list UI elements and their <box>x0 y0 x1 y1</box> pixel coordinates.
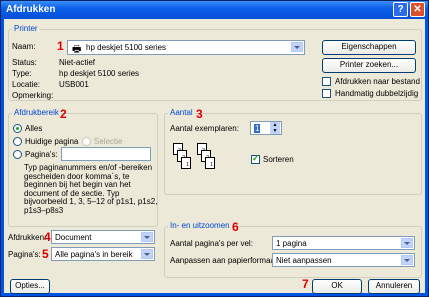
callout-7: 7 <box>302 277 309 291</box>
range-all-label: Alles <box>25 124 43 133</box>
scale-select[interactable]: Niet aanpassen <box>272 253 415 267</box>
range-group-title: Afdrukbereik <box>12 108 61 117</box>
help-button[interactable]: ? <box>393 2 408 17</box>
range-help-text: Typ paginanummers en/of -bereiken gesche… <box>24 163 157 215</box>
printer-name-label: Naam: <box>12 42 36 51</box>
comment-label: Opmerking: <box>12 91 54 100</box>
manual-duplex-checkbox[interactable] <box>322 89 331 98</box>
scale-value: Niet aanpassen <box>276 256 332 265</box>
page-number: 1 <box>186 162 189 168</box>
print-dialog: Afdrukken ? ✕ Printer Naam: 1 🖶 hp deskj… <box>0 0 429 297</box>
collate-checkbox[interactable] <box>251 153 260 164</box>
range-current-radio[interactable] <box>13 137 22 146</box>
range-pages-radio[interactable] <box>13 150 22 159</box>
printer-icon: 🖶 <box>72 44 82 55</box>
callout-4: 4 <box>44 230 51 244</box>
collate-label: Sorteren <box>263 155 294 164</box>
scale-label: Aanpassen aan papierformaat: <box>170 256 280 265</box>
location-label: Locatie: <box>12 80 41 89</box>
zoom-group-title: In- en uitzoomen <box>168 221 232 230</box>
chevron-down-icon <box>401 238 413 248</box>
callout-2: 2 <box>60 107 67 121</box>
pages-input[interactable] <box>61 147 151 161</box>
callout-3: 3 <box>196 107 203 121</box>
range-pages-label: Pagina's: <box>25 150 58 159</box>
printer-group-title: Printer <box>12 24 40 33</box>
range-all-radio[interactable] <box>13 124 22 133</box>
manual-duplex-label: Handmatig dubbelzijdig <box>335 89 419 98</box>
print-to-file-label: Afdrukken naar bestand <box>335 77 420 86</box>
page-number: 1 <box>210 162 213 168</box>
chevron-down-icon <box>141 249 153 259</box>
print-what-value: Document <box>55 233 92 242</box>
spinner-arrows-icon[interactable]: ▲ ▼ <box>270 122 280 134</box>
page-icon: 1 <box>205 157 215 169</box>
copies-group-title: Aantal <box>168 108 195 117</box>
chevron-down-icon <box>291 42 303 52</box>
range-current-label: Huidige pagina <box>25 137 79 146</box>
per-sheet-select[interactable]: 1 pagina <box>272 236 415 250</box>
chevron-down-icon <box>141 232 153 242</box>
printer-name-value: hp deskjet 5100 series <box>86 43 167 52</box>
properties-button[interactable]: Eigenschappen <box>322 40 416 55</box>
chevron-down-icon <box>401 255 413 265</box>
cancel-button[interactable]: Annuleren <box>368 279 420 294</box>
per-sheet-label: Aantal pagina's per vel: <box>170 239 253 248</box>
print-pages-label: Pagina's: <box>8 250 41 259</box>
copies-label: Aantal exemplaren: <box>170 124 239 133</box>
zoom-group <box>164 226 422 278</box>
print-to-file-checkbox[interactable] <box>322 77 331 86</box>
copies-value: 1 <box>254 124 261 133</box>
print-pages-select[interactable]: Alle pagina's in bereik <box>51 247 155 261</box>
copies-spinner[interactable]: 1 ▲ ▼ <box>250 121 282 135</box>
window-title: Afdrukken <box>6 4 56 15</box>
find-printer-button[interactable]: Printer zoeken... <box>322 58 416 73</box>
print-what-label: Afdrukken: <box>8 233 47 242</box>
page-icon: 1 <box>181 157 191 169</box>
print-pages-value: Alle pagina's in bereik <box>55 250 133 259</box>
status-value: Niet-actief <box>59 58 96 67</box>
printer-name-select[interactable]: 🖶 hp deskjet 5100 series <box>67 40 305 55</box>
options-button[interactable]: Opties... <box>10 279 50 294</box>
print-what-select[interactable]: Document <box>51 230 155 244</box>
ok-button[interactable]: OK <box>312 279 362 294</box>
close-button[interactable]: ✕ <box>410 2 425 17</box>
type-value: hp deskjet 5100 series <box>59 69 140 78</box>
status-label: Status: <box>12 58 37 67</box>
type-label: Type: <box>12 69 32 78</box>
dialog-body: Printer Naam: 1 🖶 hp deskjet 5100 series… <box>4 19 425 294</box>
range-selection-radio <box>82 137 91 146</box>
location-value: USB001 <box>59 80 89 89</box>
callout-6: 6 <box>232 220 239 234</box>
per-sheet-value: 1 pagina <box>276 239 307 248</box>
callout-5: 5 <box>42 247 49 261</box>
callout-1: 1 <box>57 39 64 53</box>
title-bar[interactable]: Afdrukken ? ✕ <box>1 1 428 19</box>
help-line: p1s3–p8s3 <box>24 205 64 215</box>
range-selection-label: Selectie <box>94 137 123 146</box>
